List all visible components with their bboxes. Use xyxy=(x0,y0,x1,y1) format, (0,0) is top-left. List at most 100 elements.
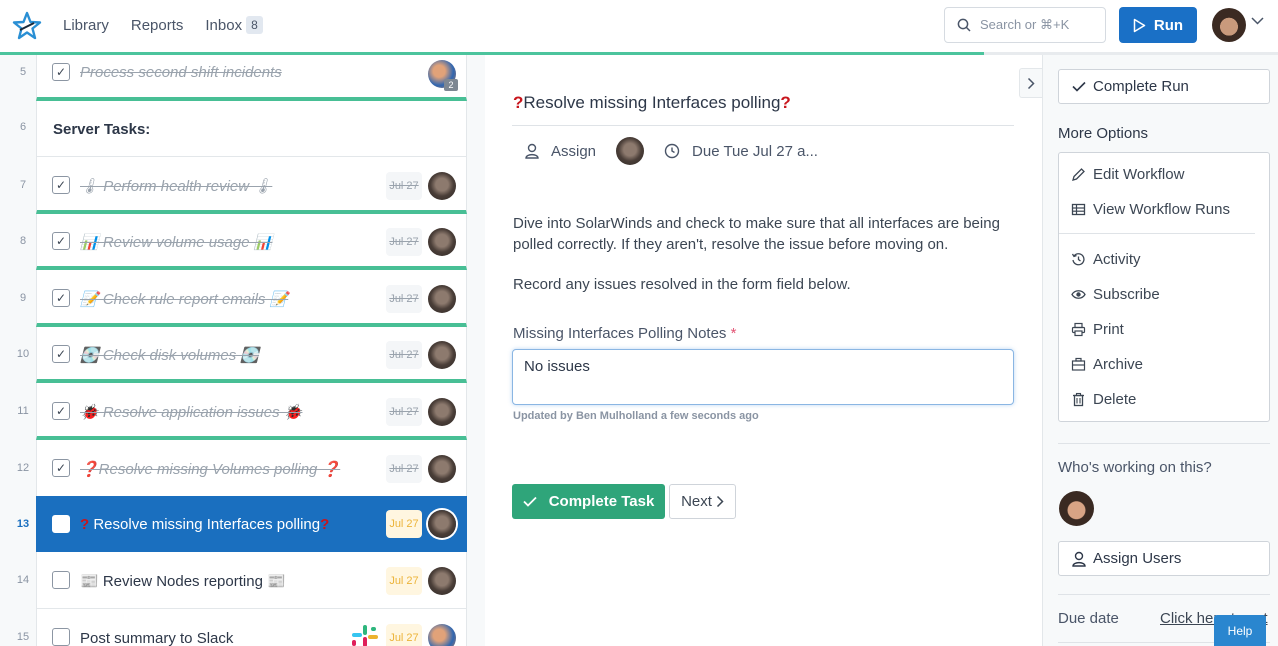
more-options-menu: Edit Workflow View Workflow Runs Activit… xyxy=(1058,152,1270,422)
notes-field[interactable] xyxy=(512,349,1014,405)
task-checkbox[interactable]: ✓ xyxy=(52,402,70,420)
run-button[interactable]: Run xyxy=(1119,7,1197,43)
task-title: 📰 Review Nodes reporting 📰 xyxy=(80,573,286,590)
task-card[interactable]: ✓ Process second shift incidents 2 xyxy=(36,55,467,101)
menu-print[interactable]: Print xyxy=(1071,321,1124,338)
task-card[interactable]: 📰 Review Nodes reporting 📰 Jul 27 xyxy=(36,552,467,609)
task-row[interactable]: 10 ✓ 💽 Check disk volumes 💽 Jul 27 xyxy=(0,327,485,383)
required-marker: * xyxy=(730,325,737,342)
collapse-sidebar-button[interactable] xyxy=(1019,68,1042,98)
task-due-date: Jul 27 xyxy=(386,624,422,646)
task-card[interactable]: ✓ 📊 Review volume usage 📊 Jul 27 xyxy=(36,214,467,270)
task-row[interactable]: 14 📰 Review Nodes reporting 📰 Jul 27 xyxy=(0,552,485,609)
divider xyxy=(1058,594,1270,595)
assignee-avatar xyxy=(428,341,456,369)
assign-button[interactable]: Assign xyxy=(525,143,596,160)
pencil-icon xyxy=(1072,168,1085,181)
task-checkbox[interactable]: ✓ xyxy=(52,459,70,477)
menu-subscribe[interactable]: Subscribe xyxy=(1071,286,1160,303)
task-card[interactable]: ✓ 💽 Check disk volumes 💽 Jul 27 xyxy=(36,327,467,383)
worker-avatar[interactable] xyxy=(1059,491,1094,526)
task-row[interactable]: 9 ✓ 📝 Check rule report emails 📝 Jul 27 xyxy=(0,270,485,327)
due-label: Due Tue Jul 27 a... xyxy=(692,142,818,160)
menu-archive[interactable]: Archive xyxy=(1071,356,1143,373)
task-title: Post summary to Slack xyxy=(80,630,234,646)
play-icon xyxy=(1133,18,1146,32)
task-card[interactable]: ✓ ❓Resolve missing Volumes polling ❓ Jul… xyxy=(36,440,467,496)
menu-view-workflow-runs[interactable]: View Workflow Runs xyxy=(1071,201,1230,218)
user-icon xyxy=(1072,551,1086,567)
task-card[interactable]: ✓ 🌡 Perform health review 🌡 Jul 27 xyxy=(36,157,467,214)
assignee-avatar[interactable] xyxy=(616,137,645,165)
task-row[interactable]: 12 ✓ ❓Resolve missing Volumes polling ❓ … xyxy=(0,440,485,496)
description-paragraph: Record any issues resolved in the form f… xyxy=(513,276,851,293)
assignee-avatar xyxy=(428,624,456,646)
complete-run-label: Complete Run xyxy=(1093,78,1189,95)
task-card[interactable]: ? Resolve missing Interfaces polling? Ju… xyxy=(36,496,467,552)
task-due-date: Jul 27 xyxy=(386,510,422,538)
complete-run-button[interactable]: Complete Run xyxy=(1058,69,1270,104)
task-detail-title: ?Resolve missing Interfaces polling? xyxy=(513,93,791,112)
task-row[interactable]: 11 ✓ 🐞 Resolve application issues 🐞 Jul … xyxy=(0,383,485,440)
task-title: ? Resolve missing Interfaces polling? xyxy=(80,516,330,533)
history-icon xyxy=(1071,253,1085,266)
run-label: Run xyxy=(1153,16,1184,34)
assignee-avatar xyxy=(428,455,456,483)
task-checkbox[interactable] xyxy=(52,515,70,533)
task-card[interactable]: ✓ 🐞 Resolve application issues 🐞 Jul 27 xyxy=(36,383,467,440)
menu-activity[interactable]: Activity xyxy=(1071,251,1141,268)
section-card[interactable]: Server Tasks: xyxy=(36,101,467,157)
task-checkbox[interactable] xyxy=(52,628,70,646)
task-row[interactable]: 5 ✓ Process second shift incidents 2 xyxy=(0,55,485,101)
task-due-date: Jul 27 xyxy=(386,398,422,426)
assignee-avatar xyxy=(428,567,456,595)
due-date-button[interactable]: Due Tue Jul 27 a... xyxy=(664,143,818,160)
task-row[interactable]: 8 ✓ 📊 Review volume usage 📊 Jul 27 xyxy=(0,214,485,270)
task-checkbox[interactable]: ✓ xyxy=(52,289,70,307)
task-title: Process second shift incidents xyxy=(80,64,282,81)
task-title: 📊 Review volume usage 📊 xyxy=(80,234,273,251)
task-due-date: Jul 27 xyxy=(386,228,422,256)
task-due-date: Jul 27 xyxy=(386,285,422,313)
complete-task-button[interactable]: Complete Task xyxy=(512,484,665,519)
task-due-date: Jul 27 xyxy=(386,455,422,483)
nav-reports[interactable]: Reports xyxy=(131,17,184,34)
task-checkbox[interactable]: ✓ xyxy=(52,345,70,363)
user-icon xyxy=(525,143,539,159)
check-icon xyxy=(523,496,537,507)
task-card[interactable]: Post summary to Slack Jul 27 xyxy=(36,609,467,646)
task-title: 🐞 Resolve application issues 🐞 xyxy=(80,404,303,421)
task-checkbox[interactable]: ✓ xyxy=(52,63,70,81)
task-checkbox[interactable]: ✓ xyxy=(52,176,70,194)
task-due-date: Jul 27 xyxy=(386,341,422,369)
complete-task-label: Complete Task xyxy=(548,493,655,510)
logo-star-icon[interactable] xyxy=(12,11,42,41)
task-row[interactable]: 15 Post summary to Slack Jul 27 xyxy=(0,609,485,646)
due-date-label: Due date xyxy=(1058,610,1119,627)
description-paragraph: Dive into SolarWinds and check to make s… xyxy=(513,215,1000,253)
assignee-avatar xyxy=(428,172,456,200)
help-button[interactable]: Help xyxy=(1214,615,1266,646)
next-button[interactable]: Next xyxy=(669,484,736,519)
menu-delete[interactable]: Delete xyxy=(1071,391,1136,408)
chevron-down-icon[interactable] xyxy=(1251,17,1264,25)
nav-inbox[interactable]: Inbox 8 xyxy=(205,16,263,34)
task-card[interactable]: ✓ 📝 Check rule report emails 📝 Jul 27 xyxy=(36,270,467,327)
menu-edit-workflow[interactable]: Edit Workflow xyxy=(1071,166,1184,183)
working-heading: Who's working on this? xyxy=(1058,459,1212,476)
search-input[interactable]: Search or ⌘+K xyxy=(944,7,1106,43)
nav-inbox-label: Inbox xyxy=(205,17,243,34)
task-checkbox[interactable] xyxy=(52,571,70,589)
task-detail: ?Resolve missing Interfaces polling? Ass… xyxy=(485,55,1042,646)
task-due-date: Jul 27 xyxy=(386,172,422,200)
user-avatar[interactable] xyxy=(1212,8,1246,42)
task-row-active[interactable]: 13 ? Resolve missing Interfaces polling?… xyxy=(0,496,485,552)
assign-label: Assign xyxy=(551,142,597,160)
task-checkbox[interactable]: ✓ xyxy=(52,232,70,250)
nav-library[interactable]: Library xyxy=(63,17,109,34)
task-title: ❓Resolve missing Volumes polling ❓ xyxy=(80,461,341,478)
inbox-count-badge: 8 xyxy=(246,16,263,34)
assign-users-button[interactable]: Assign Users xyxy=(1058,541,1270,576)
eye-icon xyxy=(1071,290,1086,299)
task-row[interactable]: 7 ✓ 🌡 Perform health review 🌡 Jul 27 xyxy=(0,157,485,214)
